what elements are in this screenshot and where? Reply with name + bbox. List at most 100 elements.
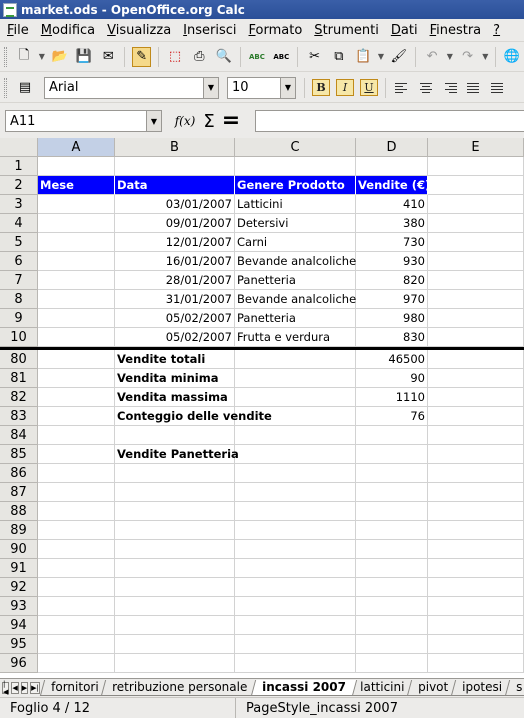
cell-a3[interactable]	[38, 195, 115, 214]
column-header-a[interactable]: A	[38, 138, 115, 157]
cell-b90[interactable]	[115, 540, 235, 559]
cell-e90[interactable]	[428, 540, 524, 559]
cell-d90[interactable]	[356, 540, 428, 559]
export-pdf-icon[interactable]: ⬚	[166, 47, 184, 67]
row-header[interactable]: 82	[0, 388, 38, 407]
cell-d10[interactable]: 830	[356, 328, 428, 347]
row-header[interactable]: 84	[0, 426, 38, 445]
cell-c84[interactable]	[235, 426, 356, 445]
cell-c86[interactable]	[235, 464, 356, 483]
cell-e96[interactable]	[428, 654, 524, 673]
cell-c10[interactable]: Frutta e verdura	[235, 328, 356, 347]
cell-d9[interactable]: 980	[356, 309, 428, 328]
cell-d89[interactable]	[356, 521, 428, 540]
row-header[interactable]: 80	[0, 350, 38, 369]
cell-e85[interactable]	[428, 445, 524, 464]
cell-d83[interactable]: 76	[356, 407, 428, 426]
cell-a83[interactable]	[38, 407, 115, 426]
cell-e80[interactable]	[428, 350, 524, 369]
cell-d87[interactable]	[356, 483, 428, 502]
cell-e9[interactable]	[428, 309, 524, 328]
cell-a5[interactable]	[38, 233, 115, 252]
sum-icon[interactable]: Σ	[200, 110, 218, 132]
undo-icon[interactable]: ↶	[423, 47, 441, 67]
cell-b94[interactable]	[115, 616, 235, 635]
cell-d96[interactable]	[356, 654, 428, 673]
cell-b10[interactable]: 05/02/2007	[115, 328, 235, 347]
cell-a4[interactable]	[38, 214, 115, 233]
row-header[interactable]: 4	[0, 214, 38, 233]
italic-button[interactable]: I	[336, 79, 354, 96]
cell-e93[interactable]	[428, 597, 524, 616]
merge-cells-icon[interactable]	[488, 78, 508, 98]
cell-a8[interactable]	[38, 290, 115, 309]
chevron-down-icon[interactable]: ▼	[280, 77, 295, 98]
menu-item-formato[interactable]: Formato	[242, 23, 308, 38]
column-header-b[interactable]: B	[115, 138, 235, 157]
cell-c9[interactable]: Panetteria	[235, 309, 356, 328]
menu-item-modifica[interactable]: Modifica	[34, 23, 100, 38]
cell-e84[interactable]	[428, 426, 524, 445]
cell-d7[interactable]: 820	[356, 271, 428, 290]
row-header[interactable]: 89	[0, 521, 38, 540]
cell-b88[interactable]	[115, 502, 235, 521]
clone-formatting-icon[interactable]: 🖌	[390, 47, 408, 67]
cell-d8[interactable]: 970	[356, 290, 428, 309]
row-header[interactable]: 94	[0, 616, 38, 635]
row-header[interactable]: 95	[0, 635, 38, 654]
cell-c90[interactable]	[235, 540, 356, 559]
cell-e87[interactable]	[428, 483, 524, 502]
spellcheck-icon[interactable]: ABC	[248, 47, 266, 67]
cell-b5[interactable]: 12/01/2007	[115, 233, 235, 252]
cell-e2[interactable]	[428, 176, 524, 195]
cell-c93[interactable]	[235, 597, 356, 616]
menu-item-dati[interactable]: Dati	[384, 23, 423, 38]
cell-d94[interactable]	[356, 616, 428, 635]
row-header[interactable]: 10	[0, 328, 38, 347]
paste-dropdown-icon[interactable]: ▼	[376, 47, 385, 67]
redo-dropdown-icon[interactable]: ▼	[481, 47, 490, 67]
save-icon[interactable]: 💾	[75, 47, 93, 67]
cell-d92[interactable]	[356, 578, 428, 597]
sheet-tab[interactable]: incassi 2007	[250, 680, 357, 696]
sheet-tab[interactable]: fornitori	[39, 680, 110, 696]
cell-d81[interactable]: 90	[356, 369, 428, 388]
row-header[interactable]: 93	[0, 597, 38, 616]
open-folder-icon[interactable]: 📂	[50, 47, 68, 67]
cell-a86[interactable]	[38, 464, 115, 483]
cell-b93[interactable]	[115, 597, 235, 616]
cell-c80[interactable]	[235, 350, 356, 369]
cell-d82[interactable]: 1110	[356, 388, 428, 407]
row-header[interactable]: 9	[0, 309, 38, 328]
cell-a88[interactable]	[38, 502, 115, 521]
cell-c91[interactable]	[235, 559, 356, 578]
row-header[interactable]: 6	[0, 252, 38, 271]
cell-c88[interactable]	[235, 502, 356, 521]
new-dropdown-icon[interactable]: ▼	[37, 47, 46, 67]
cell-d80[interactable]: 46500	[356, 350, 428, 369]
cell-b8[interactable]: 31/01/2007	[115, 290, 235, 309]
cell-c89[interactable]	[235, 521, 356, 540]
styles-formatting-icon[interactable]: ▤	[15, 78, 35, 98]
cell-a84[interactable]	[38, 426, 115, 445]
row-header[interactable]: 5	[0, 233, 38, 252]
cell-e89[interactable]	[428, 521, 524, 540]
redo-icon[interactable]: ↷	[458, 47, 476, 67]
cell-b87[interactable]	[115, 483, 235, 502]
cell-a90[interactable]	[38, 540, 115, 559]
cell-e1[interactable]	[428, 157, 524, 176]
row-header[interactable]: 87	[0, 483, 38, 502]
sheet-tab[interactable]: s	[504, 680, 524, 696]
email-icon[interactable]: ✉	[99, 47, 117, 67]
cell-b7[interactable]: 28/01/2007	[115, 271, 235, 290]
row-header[interactable]: 86	[0, 464, 38, 483]
cell-d91[interactable]	[356, 559, 428, 578]
chevron-down-icon[interactable]: ▼	[146, 111, 161, 131]
function-icon[interactable]: =	[222, 110, 240, 132]
font-name-combo[interactable]: Arial ▼	[44, 76, 219, 99]
align-center-icon[interactable]	[416, 78, 436, 98]
cell-e8[interactable]	[428, 290, 524, 309]
menu-item-file[interactable]: File	[0, 23, 34, 38]
cell-b3[interactable]: 03/01/2007	[115, 195, 235, 214]
cell-c7[interactable]: Panetteria	[235, 271, 356, 290]
